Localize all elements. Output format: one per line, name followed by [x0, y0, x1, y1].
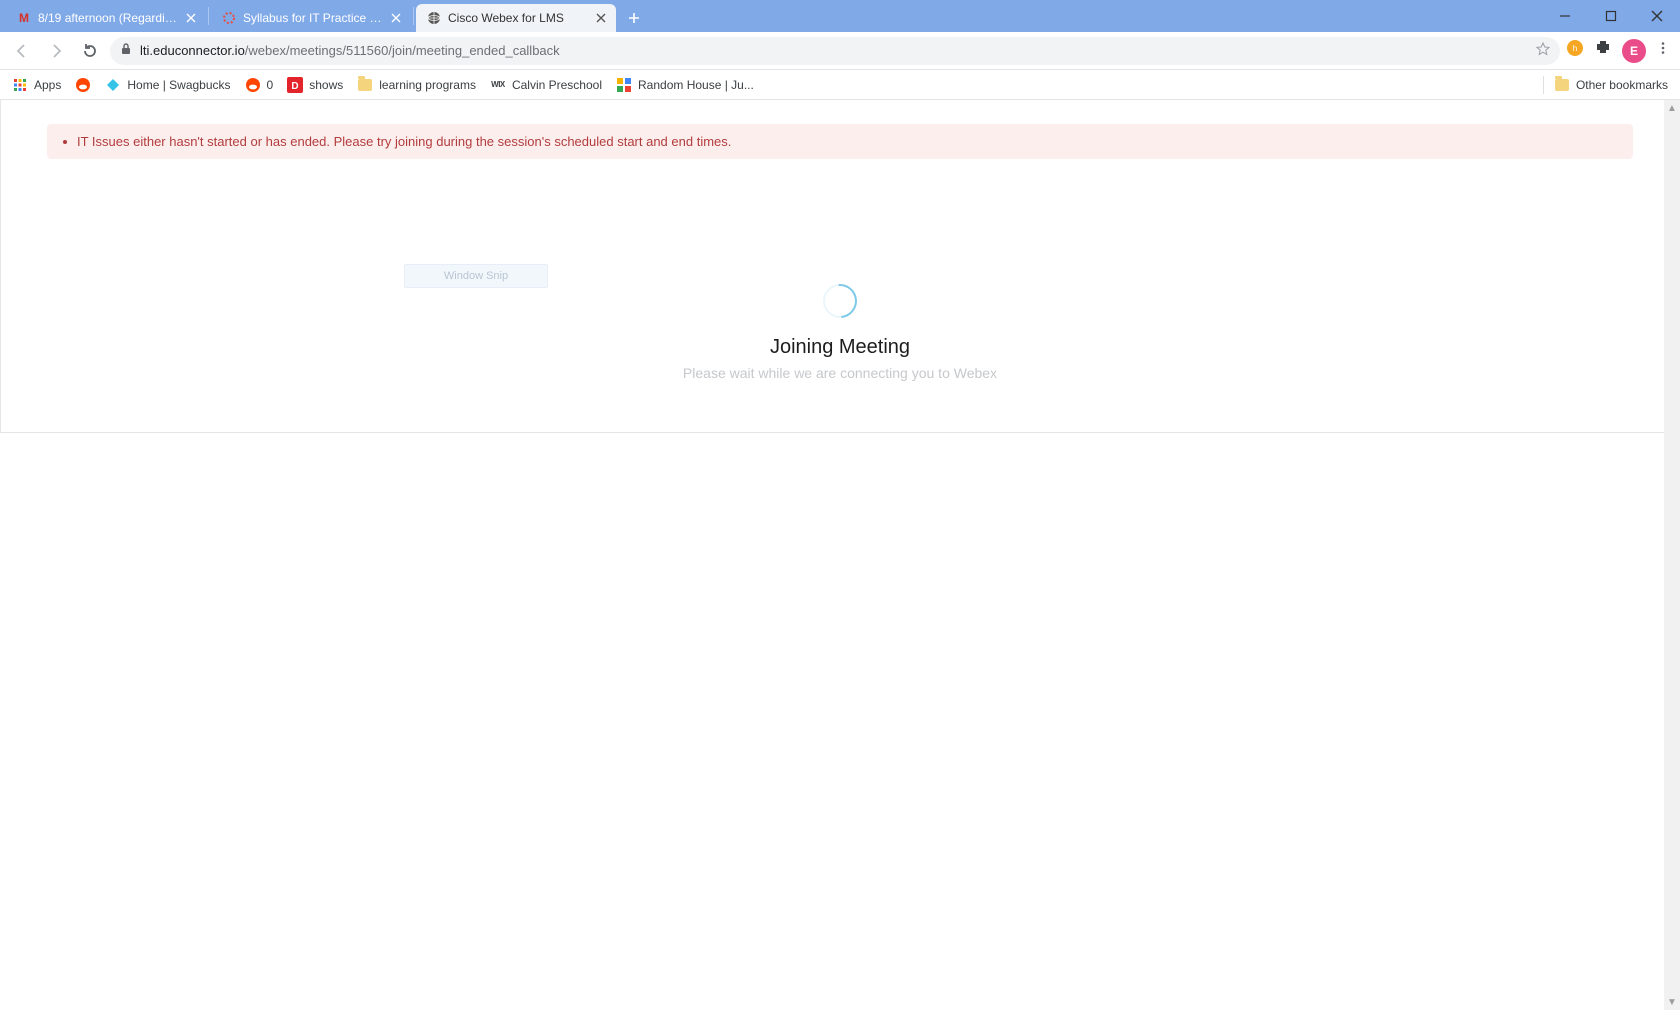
new-tab-button[interactable] — [620, 4, 648, 32]
bookmark-learning-programs[interactable]: learning programs — [357, 77, 476, 93]
spinner-icon — [816, 277, 864, 325]
alert-banner: IT Issues either hasn't started or has e… — [47, 124, 1633, 159]
joining-title: Joining Meeting — [770, 336, 910, 359]
extension-honey-icon[interactable]: h — [1566, 39, 1584, 62]
bullet-icon — [63, 140, 67, 144]
close-icon[interactable] — [594, 11, 608, 25]
content-frame: IT Issues either hasn't started or has e… — [0, 100, 1680, 433]
bookmark-zero[interactable]: 0 — [245, 77, 274, 93]
folder-icon — [357, 77, 373, 93]
maximize-button[interactable] — [1588, 0, 1634, 32]
joining-subtitle: Please wait while we are connecting you … — [683, 365, 997, 381]
random-house-icon — [616, 77, 632, 93]
tab-title: 8/19 afternoon (Regarding Alice) — [38, 11, 178, 25]
tab-title: Cisco Webex for LMS — [448, 11, 588, 25]
lock-icon — [120, 43, 132, 58]
bookmark-apps[interactable]: Apps — [12, 77, 61, 93]
window-controls — [1542, 0, 1680, 32]
tab-gmail[interactable]: M 8/19 afternoon (Regarding Alice) — [6, 4, 206, 32]
bookmark-swagbucks[interactable]: Home | Swagbucks — [105, 77, 230, 93]
disney-icon: D — [287, 77, 303, 93]
close-icon[interactable] — [389, 11, 403, 25]
tab-webex[interactable]: Cisco Webex for LMS — [416, 4, 616, 32]
joining-panel: Joining Meeting Please wait while we are… — [1, 284, 1679, 381]
svg-text:h: h — [1573, 44, 1577, 53]
menu-icon[interactable] — [1656, 41, 1670, 60]
url-text: lti.educonnector.io/webex/meetings/51156… — [140, 43, 1528, 58]
toolbar: lti.educonnector.io/webex/meetings/51156… — [0, 32, 1680, 70]
page-viewport: IT Issues either hasn't started or has e… — [0, 100, 1680, 1010]
bookmark-reddit[interactable] — [75, 77, 91, 93]
page-scrollbar[interactable]: ▲ ▼ — [1664, 100, 1680, 1010]
bookmarks-bar: Apps Home | Swagbucks 0 D shows — [0, 70, 1680, 100]
svg-text:D: D — [292, 81, 299, 92]
bookmark-calvin-preschool[interactable]: WIX Calvin Preschool — [490, 77, 602, 93]
forward-button[interactable] — [42, 37, 70, 65]
gmail-icon: M — [16, 10, 32, 26]
canvas-icon — [221, 10, 237, 26]
close-icon[interactable] — [184, 11, 198, 25]
wix-icon: WIX — [490, 77, 506, 93]
other-bookmarks[interactable]: Other bookmarks — [1554, 77, 1668, 93]
back-button[interactable] — [8, 37, 36, 65]
reload-button[interactable] — [76, 37, 104, 65]
scroll-down-icon[interactable]: ▼ — [1664, 994, 1680, 1010]
address-bar[interactable]: lti.educonnector.io/webex/meetings/51156… — [110, 37, 1560, 65]
bookmark-random-house[interactable]: Random House | Ju... — [616, 77, 754, 93]
close-window-button[interactable] — [1634, 0, 1680, 32]
swagbucks-icon — [105, 77, 121, 93]
star-icon[interactable] — [1536, 42, 1550, 59]
reddit-icon — [75, 77, 91, 93]
reddit-icon — [245, 77, 261, 93]
minimize-button[interactable] — [1542, 0, 1588, 32]
tab-bar: M 8/19 afternoon (Regarding Alice) Sylla… — [0, 0, 1680, 32]
apps-grid-icon — [12, 77, 28, 93]
bookmark-shows[interactable]: D shows — [287, 77, 343, 93]
alert-text: IT Issues either hasn't started or has e… — [77, 134, 731, 149]
extensions-icon[interactable] — [1594, 39, 1612, 62]
tab-canvas[interactable]: Syllabus for IT Practice Course — [211, 4, 411, 32]
folder-icon — [1554, 77, 1570, 93]
profile-avatar[interactable]: E — [1622, 39, 1646, 63]
scroll-up-icon[interactable]: ▲ — [1664, 100, 1680, 116]
tab-title: Syllabus for IT Practice Course — [243, 11, 383, 25]
globe-icon — [426, 10, 442, 26]
